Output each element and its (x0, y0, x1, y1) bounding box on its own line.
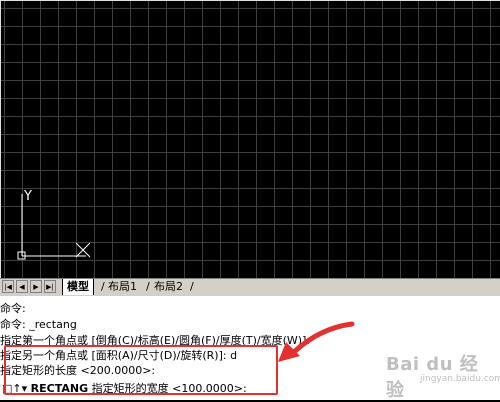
last-tab-button[interactable]: ▶| (44, 280, 56, 293)
drawing-left-border (0, 0, 1, 278)
watermark-subtext: jingyan.baidu.com (420, 374, 500, 384)
tab-layout1[interactable]: 布局1 (104, 279, 141, 295)
next-tab-button[interactable]: ▶ (30, 280, 42, 293)
first-tab-button[interactable]: |◀ (2, 280, 14, 293)
tab-model[interactable]: 模型 (62, 279, 94, 295)
layout-tab-bar: |◀ ◀ ▶ ▶| 模型 / 布局1 / 布局2 / (0, 278, 500, 297)
tab-separator: / (190, 280, 194, 293)
ucs-y-label: Y (23, 189, 32, 204)
drawing-top-border (0, 0, 500, 1)
tab-layout2[interactable]: 布局2 (150, 279, 187, 295)
watermark: Bai du 经验 jingyan.baidu.com (366, 348, 500, 401)
ucs-x-mark (75, 242, 91, 258)
command-history-line: 命令: (0, 302, 26, 315)
prev-tab-button[interactable]: ◀ (16, 280, 28, 293)
command-history-line: 命令: _rectang (0, 318, 77, 331)
ucs-icon: Y (17, 189, 91, 260)
highlight-box (4, 345, 278, 395)
red-arrow-icon (278, 321, 355, 362)
drawing-area[interactable]: Y (0, 0, 500, 278)
